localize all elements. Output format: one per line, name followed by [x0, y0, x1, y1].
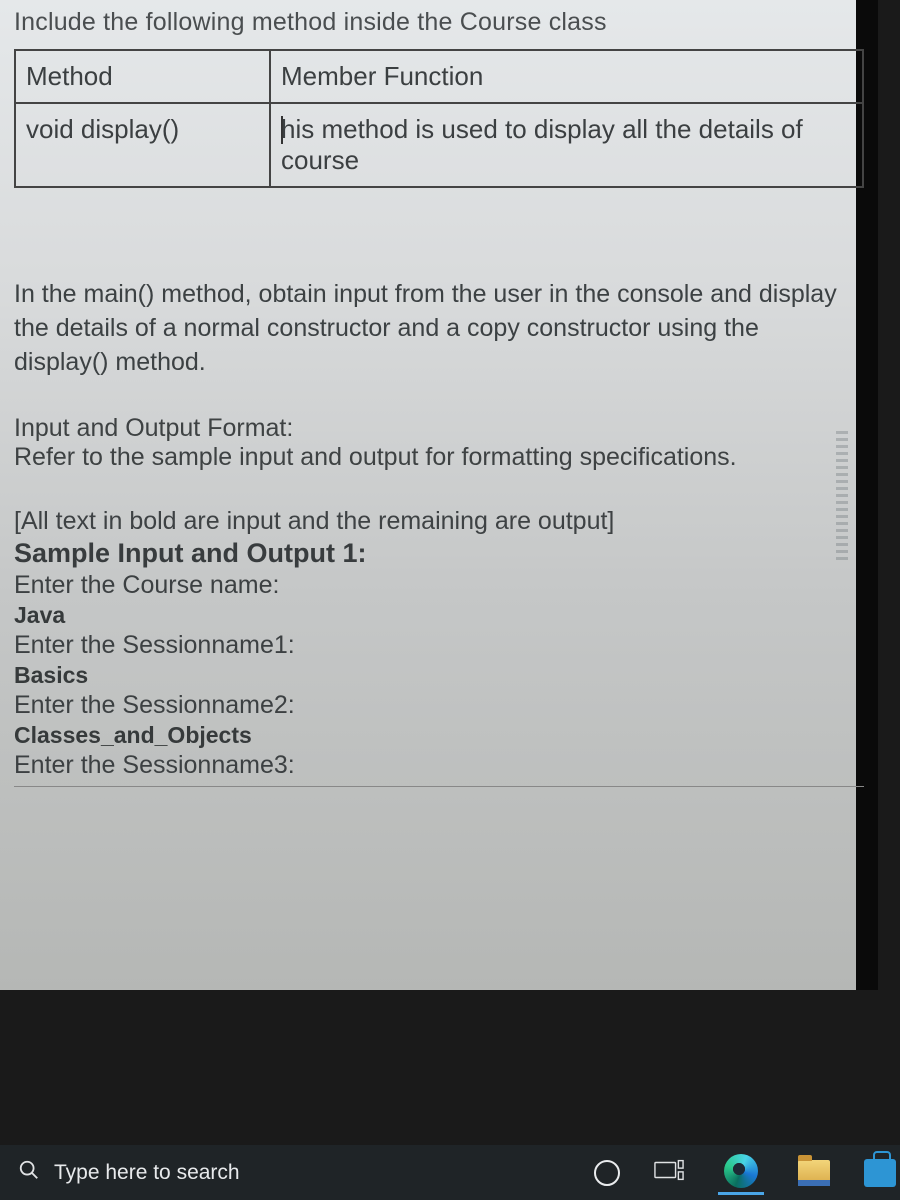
prompt-session1: Enter the Sessionname1: — [14, 631, 842, 660]
table-header-method: Method — [15, 50, 270, 103]
prompt-course: Enter the Course name: — [14, 571, 842, 600]
cortana-icon[interactable] — [594, 1160, 620, 1186]
prompt-session3: Enter the Sessionname3: — [14, 751, 842, 780]
prompt-session2: Enter the Sessionname2: — [14, 691, 842, 720]
instruction-heading: Include the following method inside the … — [14, 8, 842, 37]
horizontal-divider — [14, 786, 864, 787]
content-section: In the main() method, obtain input from … — [14, 278, 842, 780]
file-explorer-icon[interactable] — [798, 1160, 830, 1186]
io-format-heading: Input and Output Format: — [14, 414, 842, 443]
input-session1: Basics — [14, 662, 842, 689]
method-table: Method Member Function void display() hi… — [14, 49, 864, 188]
input-session2: Classes_and_Objects — [14, 722, 842, 749]
edge-icon — [724, 1154, 758, 1188]
task-view-icon[interactable] — [654, 1158, 684, 1187]
format-note: [All text in bold are input and the rema… — [14, 507, 842, 536]
main-method-paragraph: In the main() method, obtain input from … — [14, 278, 842, 379]
table-row: void display() his method is used to dis… — [15, 103, 863, 187]
store-icon[interactable] — [864, 1159, 896, 1187]
input-course: Java — [14, 602, 842, 629]
table-cell-description: his method is used to display all the de… — [270, 103, 863, 187]
cell-text-line1: his method is used to display all the de… — [281, 114, 803, 144]
taskbar-search[interactable]: Type here to search — [18, 1159, 240, 1187]
table-header-row: Method Member Function — [15, 50, 863, 103]
scrollbar-thumb[interactable] — [836, 430, 848, 560]
edge-taskbar-button[interactable] — [718, 1150, 764, 1195]
search-placeholder: Type here to search — [54, 1161, 240, 1185]
search-icon — [18, 1159, 40, 1187]
table-header-function: Member Function — [270, 50, 863, 103]
sample-heading: Sample Input and Output 1: — [14, 538, 842, 569]
taskbar-icons — [594, 1150, 900, 1195]
io-format-text: Refer to the sample input and output for… — [14, 443, 842, 472]
cell-text-line2: course — [281, 145, 359, 175]
document-viewport: Include the following method inside the … — [0, 0, 878, 990]
table-cell-method: void display() — [15, 103, 270, 187]
windows-taskbar[interactable]: Type here to search — [0, 1145, 900, 1200]
